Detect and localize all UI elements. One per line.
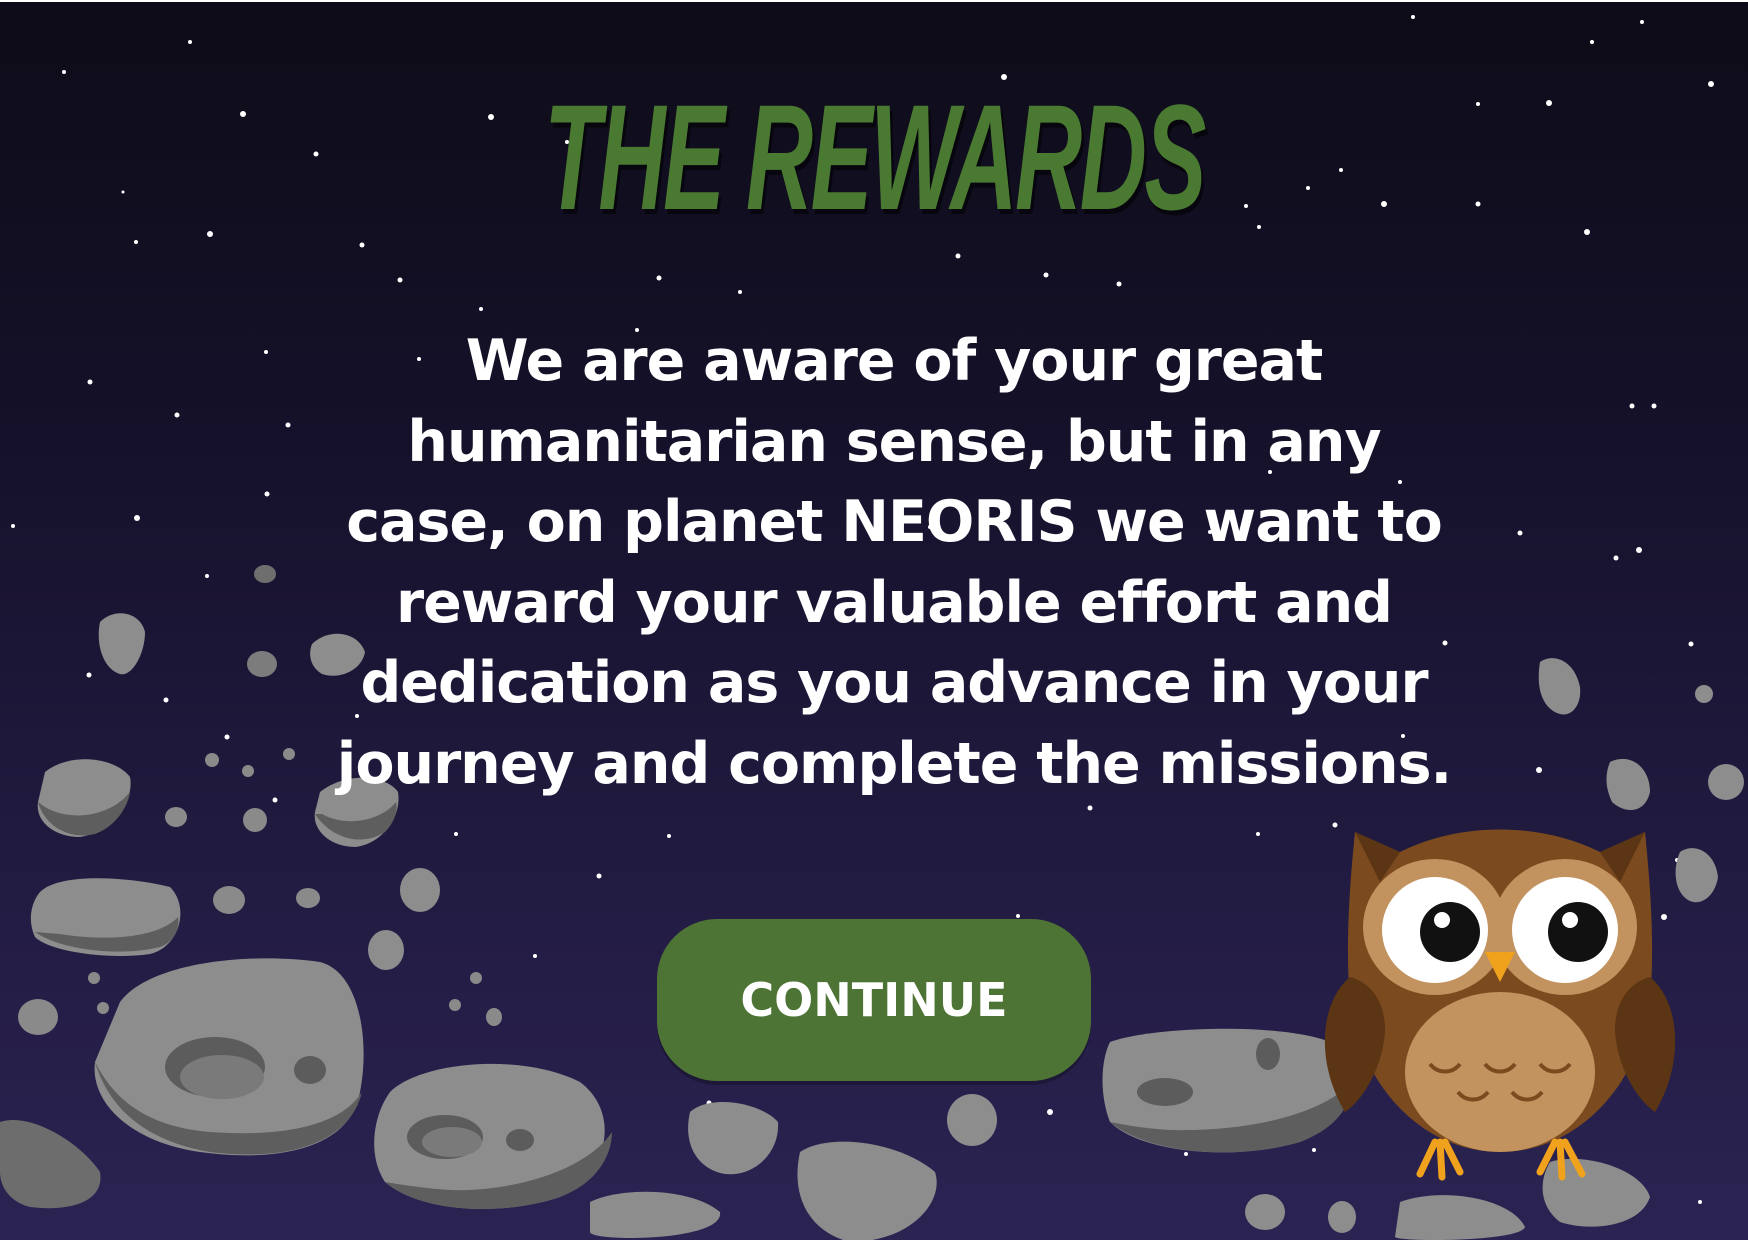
game-screen: THE REWARDS We are aware of your great h… xyxy=(0,0,1748,1240)
rewards-message: We are aware of your great humanitarian … xyxy=(336,328,1452,797)
screen-title: THE REWARDS xyxy=(544,73,1206,241)
owl-mascot xyxy=(1324,829,1676,1181)
continue-button[interactable]: CONTINUE xyxy=(657,919,1091,1081)
